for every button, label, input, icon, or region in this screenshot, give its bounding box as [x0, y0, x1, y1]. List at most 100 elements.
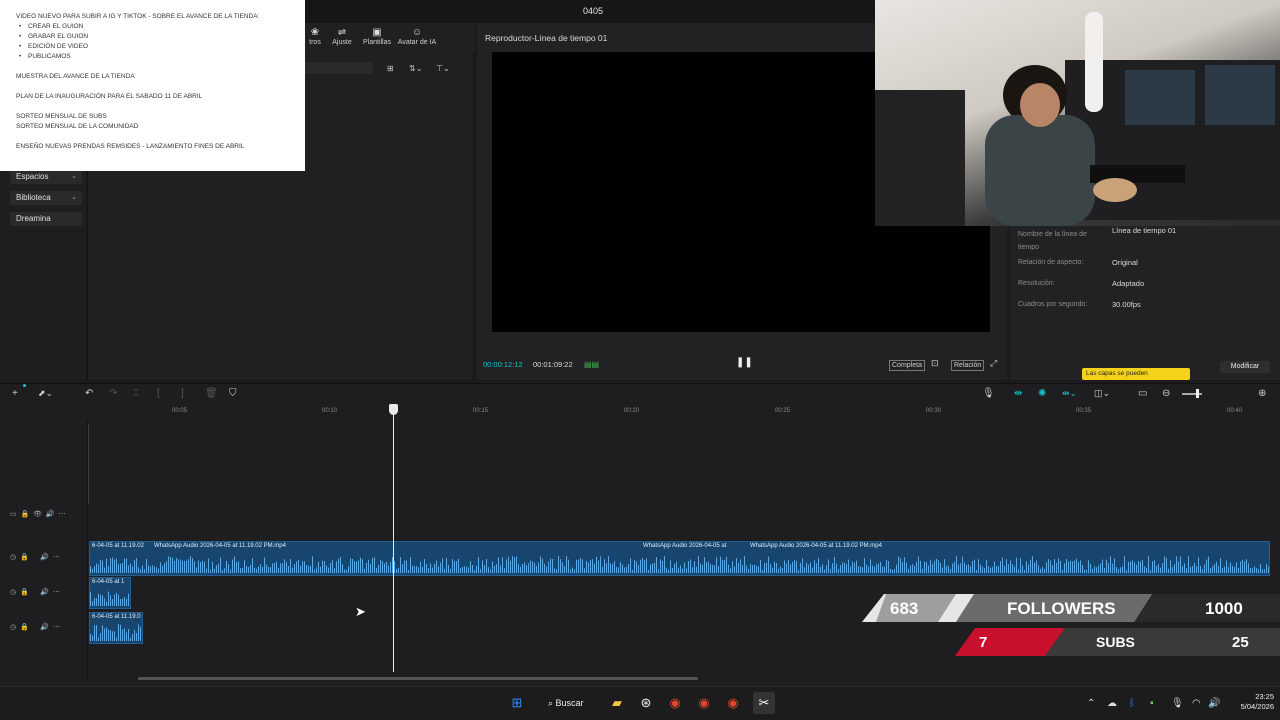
tray-chevron-icon[interactable]: ⌃ — [1087, 698, 1095, 709]
ruler-label: 00:05 — [172, 408, 188, 414]
playhead-handle[interactable] — [389, 404, 398, 415]
zoom-slider-handle[interactable] — [1196, 389, 1199, 398]
microphone-icon[interactable]: 🎙 — [982, 388, 995, 399]
sidebar-item-label: Espacios — [16, 172, 49, 181]
chrome-app-icon[interactable]: ◉ — [723, 692, 743, 714]
ai-avatar-tool[interactable]: ☺ Avatar de IA — [396, 27, 438, 46]
sidebar-item-espacios[interactable]: Espacios ⌄ — [10, 170, 82, 184]
snap-icon[interactable]: ⇹⌄ — [1062, 388, 1077, 399]
waveform-bar — [642, 558, 643, 573]
wifi-icon[interactable]: ◠ — [1192, 698, 1201, 709]
sort-icon[interactable]: ⇅⌄ — [409, 64, 422, 73]
adjust-tool[interactable]: ⇌ Ajuste — [330, 27, 354, 46]
player-title: Reproductor-Línea de tiempo 01 — [485, 33, 608, 43]
waveform-bar — [576, 559, 577, 573]
chrome-icon[interactable]: ◉ — [665, 692, 685, 714]
undo-icon[interactable]: ↶ — [85, 388, 93, 399]
caption-icon[interactable]: ▭ — [1138, 388, 1147, 399]
waveform-bar — [588, 562, 589, 573]
zoom-out-icon[interactable]: ⊖ — [1162, 388, 1170, 399]
waveform-bar — [474, 569, 475, 573]
waveform-bar — [534, 562, 535, 573]
microphone-tray-icon[interactable]: 🎙 — [1171, 698, 1184, 709]
fullscreen-icon[interactable]: ⤢ — [990, 358, 997, 369]
link-icon[interactable]: ⇹ — [1014, 388, 1022, 399]
sidebar-item-biblioteca[interactable]: Biblioteca ⌄ — [10, 191, 82, 205]
chrome-profile-icon[interactable]: ◉ — [694, 692, 714, 714]
waveform-bar — [1148, 556, 1149, 573]
waveform-bar — [852, 561, 853, 573]
waveform-bar — [934, 560, 935, 573]
waveform-bar — [1224, 566, 1225, 573]
preview-axis-icon[interactable]: ◫⌄ — [1094, 388, 1110, 399]
waveform-bar — [340, 556, 341, 573]
templates-tool[interactable]: ▣ Plantillas — [360, 27, 394, 46]
waveform-bar — [186, 560, 187, 573]
waveform-bar — [162, 565, 163, 573]
zoom-in-icon[interactable]: ⊕ — [1258, 388, 1266, 399]
grid-view-icon[interactable]: ⊞ — [387, 64, 394, 73]
waveform-bar — [332, 560, 333, 573]
file-explorer-icon[interactable]: ▰ — [607, 692, 627, 714]
ratio-button[interactable]: Relación — [951, 360, 985, 371]
search-icon: ⌕ — [548, 698, 556, 708]
waveform-bar — [106, 601, 107, 606]
waveform-bar — [1094, 566, 1095, 573]
capcut-app: 0405 ❀ tros ⇌ Ajuste ▣ Plantillas ☺ Avat… — [0, 0, 1280, 720]
snapshot-icon[interactable]: ⊡ — [931, 358, 939, 369]
waveform-bar — [1026, 561, 1027, 573]
audio-clip-main[interactable]: 6-04-05 at 11.19.02 WhatsApp Audio 2026-… — [89, 541, 1270, 576]
add-track-icon[interactable]: + — [12, 388, 18, 399]
filter-dropdown-icon[interactable]: ⊤⌄ — [436, 64, 450, 73]
taskbar-search-button[interactable]: ⌕ Buscar — [540, 692, 598, 714]
waveform-bar — [840, 565, 841, 573]
volume-icon[interactable]: 🔊 — [1208, 698, 1220, 709]
track-controls[interactable]: ◷ 🔒 🔊 ⋯ — [10, 588, 60, 596]
waveform-bar — [318, 561, 319, 573]
waveform-bar — [1076, 558, 1077, 573]
system-clock[interactable]: 23:25 5/04/2026 — [1224, 692, 1274, 712]
track-controls[interactable]: ▭ 🔒 👁 🔊 ⋯ — [10, 510, 66, 518]
playhead[interactable] — [393, 404, 394, 672]
cloud-icon[interactable]: ☁ — [1107, 698, 1117, 709]
waveform-bar — [178, 559, 179, 573]
media-search-input[interactable] — [305, 62, 373, 74]
sidebar-item-dreamina[interactable]: Dreamina — [10, 212, 82, 226]
ruler-label: 00:20 — [624, 408, 640, 414]
track-controls[interactable]: ◷ 🔒 🔊 ⋯ — [10, 623, 60, 631]
waveform-bar — [850, 566, 851, 573]
waveform-bar — [490, 569, 491, 573]
timeline-scrollbar[interactable] — [138, 677, 698, 680]
waveform-bar — [228, 564, 229, 573]
waveform-bar — [940, 562, 941, 573]
waveform-bar — [1062, 569, 1063, 573]
waveform-bar — [998, 566, 999, 573]
waveform-bar — [256, 568, 257, 573]
shield-icon[interactable]: ⛉ — [229, 388, 237, 399]
filters-tool[interactable]: ❀ tros — [304, 27, 326, 46]
modify-button[interactable]: Modificar — [1220, 361, 1270, 373]
waveform-bar — [1136, 564, 1137, 573]
waveform-bar — [780, 566, 781, 573]
zoom-slider-track[interactable] — [1182, 393, 1202, 395]
windows-start-icon[interactable]: ⊞ — [507, 692, 527, 714]
waveform-bar — [1018, 569, 1019, 573]
chatgpt-icon[interactable]: ⊛ — [636, 692, 656, 714]
bluetooth-icon[interactable]: ᛒ — [1129, 698, 1135, 709]
timeline-name-value[interactable]: Línea de tiempo 01 — [1112, 226, 1176, 235]
pause-button[interactable]: ❚❚ — [736, 357, 753, 368]
audio-clip-small[interactable]: 6-04-05 at 11.19.0 — [89, 612, 143, 644]
waveform-bar — [242, 567, 243, 573]
waveform-bar — [800, 562, 801, 573]
magnet-icon[interactable]: ✺ — [1038, 388, 1046, 399]
waveform-bar — [158, 568, 159, 573]
waveform-bar — [552, 558, 553, 573]
waveform-bar — [878, 563, 879, 573]
select-tool-icon[interactable]: ⬈⌄ — [38, 388, 53, 399]
capcut-taskbar-icon[interactable]: ✂ — [753, 692, 775, 714]
nvidia-icon[interactable]: ▪ — [1150, 698, 1154, 709]
track-controls[interactable]: ◷ 🔒 🔊 ⋯ — [10, 553, 60, 561]
audio-clip-small[interactable]: 6-04-05 at 1 — [89, 577, 131, 609]
complete-button[interactable]: Completa — [889, 360, 925, 371]
waveform-bar — [622, 564, 623, 573]
